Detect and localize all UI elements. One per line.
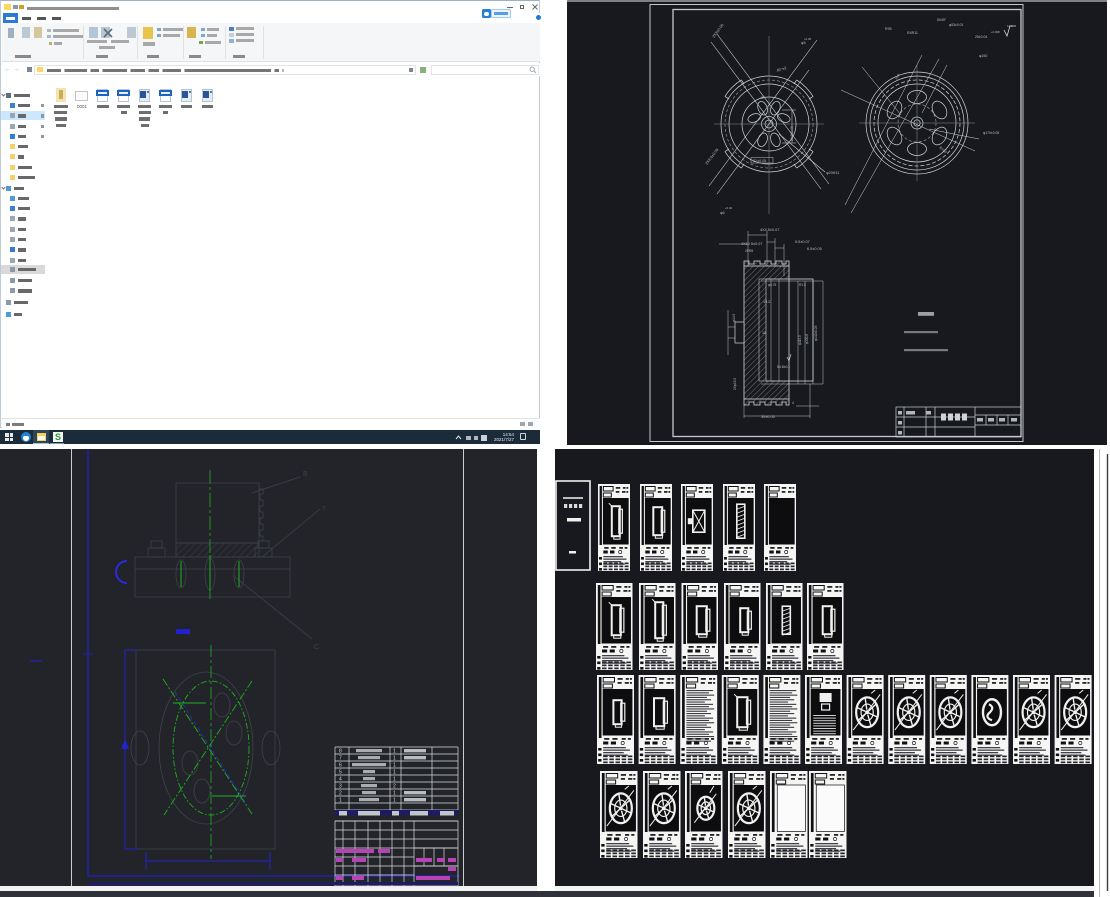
svg-text:7: 7 bbox=[322, 506, 326, 513]
svg-text:54.8±0.1: 54.8±0.1 bbox=[777, 365, 790, 369]
svg-text:1: 1 bbox=[393, 749, 396, 755]
svg-text:1: 1 bbox=[393, 763, 396, 769]
svg-text:φ20H11: φ20H11 bbox=[826, 171, 839, 175]
svg-text:20R8: 20R8 bbox=[745, 249, 753, 253]
svg-text:φ53±0.01: φ53±0.01 bbox=[949, 23, 964, 27]
svg-text:R95: R95 bbox=[885, 27, 892, 31]
svg-text:φ142±0.05: φ142±0.05 bbox=[814, 325, 818, 341]
svg-text:φ0.75: φ0.75 bbox=[768, 283, 776, 287]
svg-text:6.5±0.05: 6.5±0.05 bbox=[807, 247, 822, 251]
svg-text:2Xφ15.5: 2Xφ15.5 bbox=[733, 378, 737, 390]
svg-text:φ115.5: φ115.5 bbox=[798, 335, 802, 345]
svg-text:32±0.05: 32±0.05 bbox=[753, 159, 766, 163]
svg-text:1: 1 bbox=[393, 770, 396, 776]
svg-text:+0.05: +0.05 bbox=[804, 37, 812, 41]
svg-text:1: 1 bbox=[339, 798, 342, 804]
svg-text:4: 4 bbox=[339, 777, 342, 783]
svg-text:25±0.04: 25±0.04 bbox=[975, 35, 987, 39]
svg-text:R4R11: R4R11 bbox=[907, 31, 918, 35]
svg-text:4X4.5±0.07: 4X4.5±0.07 bbox=[760, 228, 779, 232]
svg-text:B: B bbox=[303, 471, 308, 478]
svg-text:φ170±0.05: φ170±0.05 bbox=[983, 131, 999, 135]
svg-text:φ130.8: φ130.8 bbox=[805, 334, 809, 344]
svg-text:45°: 45° bbox=[760, 96, 766, 100]
svg-text:1: 1 bbox=[393, 798, 396, 804]
svg-text:19.2: 19.2 bbox=[763, 300, 770, 304]
svg-text:5.5±0.07: 5.5±0.07 bbox=[795, 240, 810, 244]
svg-text:12.5: 12.5 bbox=[1007, 24, 1013, 28]
svg-text:φ5: φ5 bbox=[801, 41, 806, 45]
svg-text:8: 8 bbox=[339, 749, 342, 755]
svg-text:φ150: φ150 bbox=[979, 54, 987, 58]
svg-text:1: 1 bbox=[393, 756, 396, 762]
svg-text:1: 1 bbox=[393, 777, 396, 783]
svg-text:+0.008: +0.008 bbox=[991, 30, 1000, 34]
svg-text:4X10.5±0.07: 4X10.5±0.07 bbox=[741, 242, 763, 246]
svg-text:φ6: φ6 bbox=[720, 211, 725, 215]
svg-text:6: 6 bbox=[339, 763, 342, 769]
svg-text:18: 18 bbox=[762, 331, 766, 335]
svg-text:+0.02: +0.02 bbox=[725, 206, 733, 210]
svg-text:5X45°: 5X45° bbox=[937, 18, 947, 22]
svg-text:7: 7 bbox=[339, 756, 342, 762]
svg-text:2: 2 bbox=[393, 784, 396, 790]
svg-text:5: 5 bbox=[339, 770, 342, 776]
svg-text:4: 4 bbox=[792, 401, 794, 405]
svg-text:φ14.5: φ14.5 bbox=[732, 314, 736, 322]
svg-text:2: 2 bbox=[339, 791, 342, 797]
svg-text:3: 3 bbox=[339, 784, 342, 790]
svg-text:30±0.05: 30±0.05 bbox=[761, 415, 775, 419]
svg-text:R1.5: R1.5 bbox=[799, 283, 806, 287]
svg-text:C: C bbox=[314, 644, 319, 651]
svg-text:1: 1 bbox=[393, 791, 396, 797]
